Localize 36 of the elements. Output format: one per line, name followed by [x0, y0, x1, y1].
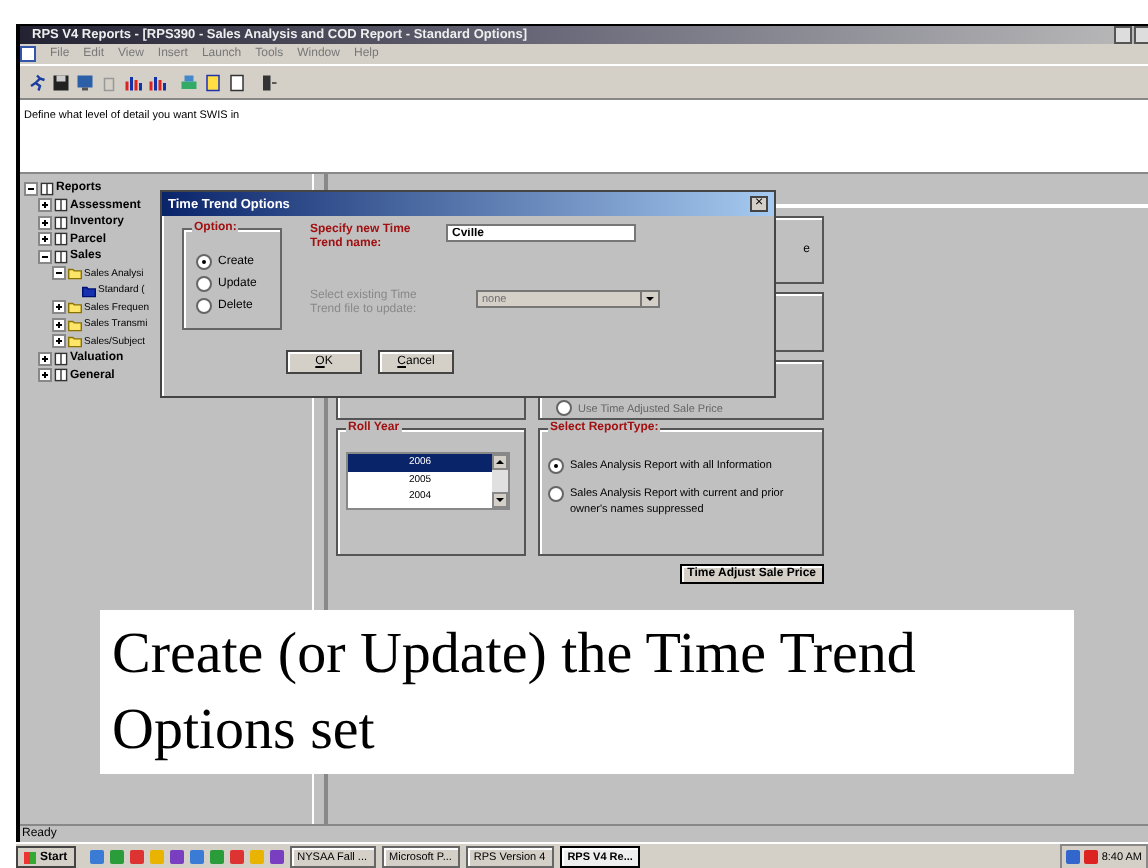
caret-icon: [640, 292, 658, 306]
app-icon[interactable]: [129, 850, 144, 864]
expand-toggle[interactable]: [52, 300, 66, 315]
monitor-icon[interactable]: [76, 73, 94, 91]
document-icon[interactable]: [204, 73, 222, 91]
restore-button[interactable]: [1134, 26, 1148, 44]
expand-toggle[interactable]: [38, 198, 52, 213]
radio-button[interactable]: [548, 458, 564, 474]
expand-toggle[interactable]: [38, 368, 52, 383]
app-icon[interactable]: [189, 850, 204, 864]
app-icon[interactable]: [89, 850, 104, 864]
expand-toggle[interactable]: [38, 215, 52, 230]
radio-button[interactable]: [196, 275, 212, 291]
bar-chart-icon[interactable]: [148, 73, 166, 91]
running-figure-icon[interactable]: [28, 73, 46, 91]
book-icon[interactable]: [228, 73, 246, 91]
door-icon[interactable]: [260, 73, 278, 91]
expand-toggle[interactable]: [52, 317, 66, 332]
expand-toggle[interactable]: [38, 232, 52, 247]
minimize-button[interactable]: [1114, 26, 1132, 44]
caption-text: Create (or Update) the Time Trend Options set: [112, 622, 916, 762]
radio-button[interactable]: [196, 297, 212, 313]
bar-chart-icon[interactable]: [124, 73, 142, 91]
collapse-toggle[interactable]: [24, 181, 38, 196]
radio-button[interactable]: [556, 400, 572, 416]
scroll-down-button[interactable]: [492, 492, 508, 508]
expand-toggle[interactable]: [38, 351, 52, 366]
radio-button[interactable]: [196, 253, 212, 269]
expand-toggle[interactable]: [52, 334, 66, 349]
app-icon[interactable]: [169, 850, 184, 864]
radio-button[interactable]: [548, 486, 564, 502]
scroll-up-button[interactable]: [492, 454, 508, 470]
collapse-toggle[interactable]: [52, 266, 66, 281]
app-icon[interactable]: [229, 850, 244, 864]
collapse-toggle[interactable]: [38, 249, 52, 264]
app-icon[interactable]: [269, 850, 284, 864]
